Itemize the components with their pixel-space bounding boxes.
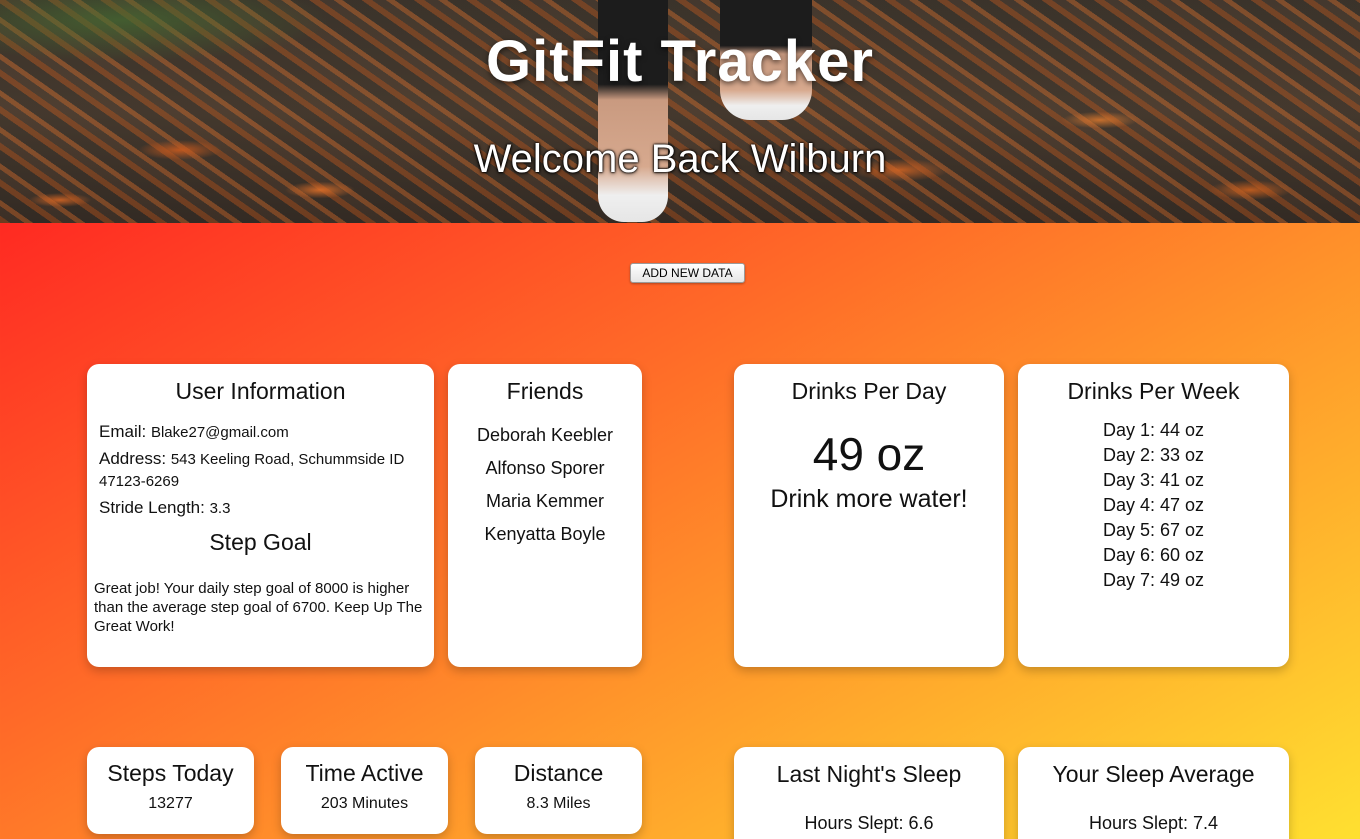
distance-value: 8.3 Miles xyxy=(526,795,591,812)
friends-card: Friends Deborah Keebler Alfonso Sporer M… xyxy=(448,364,642,667)
steps-today-title: Steps Today xyxy=(107,760,234,786)
stride-value: 3.3 xyxy=(209,500,231,517)
drinks-per-week-list: Day 1: 44 oz Day 2: 33 oz Day 3: 41 oz D… xyxy=(1018,418,1289,593)
address-label: Address: xyxy=(99,449,167,468)
drink-day-item: Day 5: 67 oz xyxy=(1102,520,1205,540)
drinks-per-day-card: Drinks Per Day 49 oz Drink more water! xyxy=(734,364,1004,667)
last-night-sleep-title: Last Night's Sleep xyxy=(776,761,962,787)
friend-item: Maria Kemmer xyxy=(485,491,605,511)
step-goal-title: Step Goal xyxy=(209,529,312,555)
last-night-sleep-card: Last Night's Sleep Hours Slept: 6.6 xyxy=(734,747,1004,839)
friends-title: Friends xyxy=(506,378,584,404)
time-active-value: 203 Minutes xyxy=(320,795,409,812)
drinks-per-week-title: Drinks Per Week xyxy=(1067,378,1240,404)
drink-day-item: Day 6: 60 oz xyxy=(1102,545,1205,565)
time-active-card: Time Active 203 Minutes xyxy=(281,747,448,834)
steps-today-card: Steps Today 13277 xyxy=(87,747,254,834)
drinks-per-week-card: Drinks Per Week Day 1: 44 oz Day 2: 33 o… xyxy=(1018,364,1289,667)
app-title: GitFit Tracker xyxy=(486,29,874,94)
email-row: Email: Blake27@gmail.com xyxy=(87,421,434,443)
distance-title: Distance xyxy=(513,760,604,786)
user-information-card: User Information Email: Blake27@gmail.co… xyxy=(87,364,434,667)
user-information-title: User Information xyxy=(175,378,346,404)
friend-item: Alfonso Sporer xyxy=(485,458,605,478)
drinks-per-day-amount: 49 oz xyxy=(812,428,926,480)
sleep-average-title: Your Sleep Average xyxy=(1052,761,1255,787)
welcome-message: Welcome Back Wilburn xyxy=(473,137,887,181)
email-label: Email: xyxy=(99,422,147,441)
sleep-average-card: Your Sleep Average Hours Slept: 7.4 xyxy=(1018,747,1289,839)
drink-day-item: Day 1: 44 oz xyxy=(1102,420,1205,440)
drink-day-item: Day 7: 49 oz xyxy=(1102,570,1205,590)
time-active-title: Time Active xyxy=(305,760,424,786)
drink-day-item: Day 2: 33 oz xyxy=(1102,445,1205,465)
drinks-per-day-title: Drinks Per Day xyxy=(791,378,947,404)
stride-label: Stride Length: xyxy=(99,498,205,517)
hero-banner: GitFit Tracker Welcome Back Wilburn xyxy=(0,0,1360,223)
friend-item: Deborah Keebler xyxy=(476,425,614,445)
friends-list: Deborah Keebler Alfonso Sporer Maria Kem… xyxy=(448,419,642,551)
sleep-average-value: Hours Slept: 7.4 xyxy=(1088,813,1219,833)
email-value: Blake27@gmail.com xyxy=(150,424,289,441)
add-new-data-button[interactable]: ADD NEW DATA xyxy=(630,263,745,283)
last-night-sleep-value: Hours Slept: 6.6 xyxy=(804,813,934,833)
stride-row: Stride Length: 3.3 xyxy=(87,497,434,519)
distance-card: Distance 8.3 Miles xyxy=(475,747,642,834)
drinks-per-day-message: Drink more water! xyxy=(770,485,968,513)
drink-day-item: Day 3: 41 oz xyxy=(1102,470,1205,490)
steps-today-value: 13277 xyxy=(148,795,193,812)
friend-item: Kenyatta Boyle xyxy=(484,524,606,544)
address-row: Address: 543 Keeling Road, Schummside ID… xyxy=(87,448,434,492)
drink-day-item: Day 4: 47 oz xyxy=(1102,495,1205,515)
step-goal-text: Great job! Your daily step goal of 8000 … xyxy=(94,580,423,635)
